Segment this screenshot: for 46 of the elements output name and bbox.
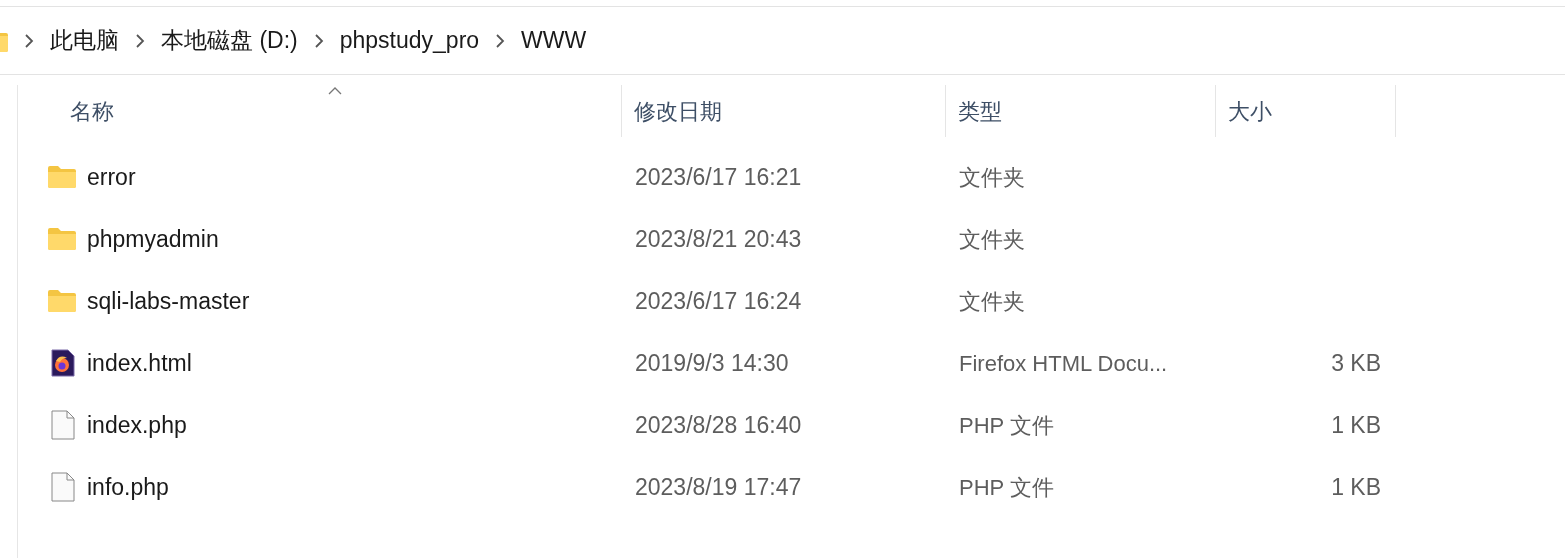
column-header[interactable]: 类型 — [946, 85, 1216, 137]
file-size: 1 KB — [1331, 410, 1381, 440]
document-icon — [51, 472, 75, 502]
modified-date: 2023/8/28 16:40 — [635, 411, 802, 438]
chevron-right-icon — [495, 33, 506, 48]
folder-icon — [48, 290, 76, 312]
file-name: info.php — [87, 472, 169, 502]
folder-icon — [48, 228, 76, 250]
modified-date: 2023/6/17 16:21 — [635, 163, 802, 190]
file-row[interactable]: sqli-labs-master 2023/6/17 16:24 文件夹 — [48, 270, 1565, 332]
file-row[interactable]: index.php 2023/8/28 16:40 PHP 文件 1 KB — [48, 394, 1565, 456]
column-header[interactable]: 修改日期 — [622, 85, 946, 137]
file-name: error — [87, 162, 136, 192]
modified-date: 2023/6/17 16:24 — [635, 287, 802, 314]
file-row[interactable]: index.html 2019/9/3 14:30 Firefox HTML Docu... 3 KB — [48, 332, 1565, 394]
document-icon — [51, 410, 75, 440]
file-row[interactable]: phpmyadmin 2023/8/21 20:43 文件夹 — [48, 208, 1565, 270]
column-header[interactable]: 大小 — [1216, 85, 1396, 137]
breadcrumb-item[interactable]: 此电脑 — [50, 23, 119, 58]
chevron-right-icon — [135, 33, 145, 48]
file-size: 1 KB — [1331, 472, 1381, 502]
file-type: PHP 文件 — [959, 474, 1054, 500]
column-header[interactable]: 名称 — [48, 85, 622, 137]
breadcrumb-item[interactable]: WWW — [521, 23, 587, 58]
modified-date: 2023/8/21 20:43 — [635, 225, 802, 252]
file-name: sqli-labs-master — [87, 286, 250, 316]
file-type: PHP 文件 — [959, 412, 1054, 438]
file-type: Firefox HTML Docu... — [959, 350, 1168, 376]
file-row[interactable]: error 2023/6/17 16:21 文件夹 — [48, 146, 1565, 208]
file-name: index.php — [87, 410, 187, 440]
modified-date: 2019/9/3 14:30 — [635, 349, 789, 376]
modified-date: 2023/8/19 17:47 — [635, 473, 802, 500]
file-name: phpmyadmin — [87, 224, 219, 254]
file-size: 3 KB — [1331, 348, 1381, 378]
chevron-right-icon — [313, 33, 324, 48]
breadcrumb-item[interactable]: phpstudy_pro — [339, 23, 480, 58]
chevron-right-icon — [24, 33, 34, 48]
file-row[interactable]: info.php 2023/8/19 17:47 PHP 文件 1 KB — [48, 456, 1565, 518]
file-type: 文件夹 — [959, 164, 1025, 190]
firefox-document-icon — [51, 349, 75, 377]
file-name: index.html — [87, 348, 192, 378]
breadcrumb-item[interactable]: 本地磁盘 (D:) — [161, 23, 298, 58]
file-type: 文件夹 — [959, 226, 1025, 252]
file-type: 文件夹 — [959, 288, 1025, 314]
sort-ascending-icon — [327, 87, 342, 95]
folder-icon — [48, 166, 76, 188]
